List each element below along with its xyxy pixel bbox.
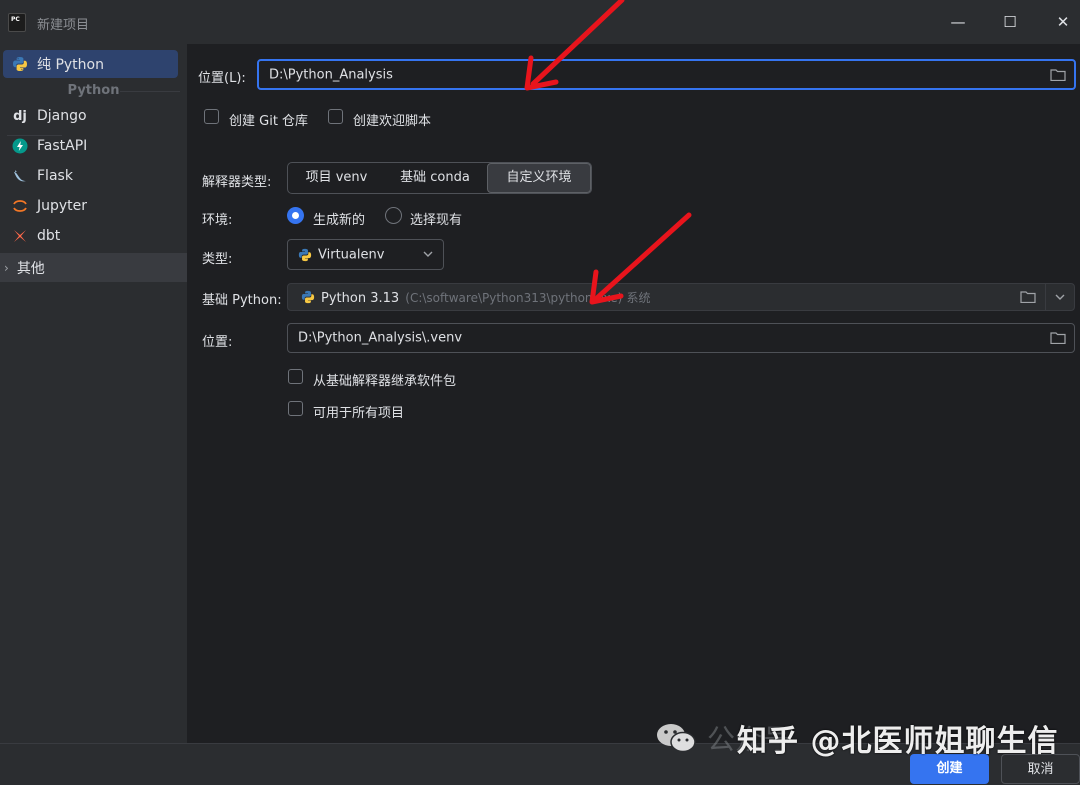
interpreter-type-label: 解释器类型: [202, 175, 272, 190]
project-type-sidebar: 纯 Python Python dj Django FastAPI Flask … [0, 44, 187, 743]
chevron-right-icon: › [4, 260, 9, 275]
base-python-version: Python 3.13 [321, 291, 400, 306]
venv-location-value: D:\Python_Analysis\.venv [298, 330, 463, 346]
wechat-icon [657, 724, 696, 753]
chevron-down-icon[interactable] [1055, 294, 1065, 301]
tab-base-conda[interactable]: 基础 conda [385, 163, 485, 193]
create-git-label: 创建 Git 仓库 [229, 114, 309, 129]
sidebar-item-label: 纯 Python [37, 57, 104, 73]
location-input[interactable]: D:\Python_Analysis [257, 59, 1076, 90]
tab-custom-env[interactable]: 自定义环境 [487, 163, 591, 193]
sidebar-item-other[interactable]: › 其他 [0, 253, 187, 282]
virtualenv-icon [298, 248, 312, 262]
interpreter-type-segmented-control: 项目 venv 基础 conda 自定义环境 [287, 162, 592, 194]
sidebar-item-label: Flask [37, 168, 73, 184]
dbt-icon [12, 228, 28, 244]
group-divider [120, 91, 180, 92]
create-welcome-checkbox[interactable] [328, 109, 343, 124]
base-python-suffix: 系统 [626, 291, 651, 305]
maximize-button[interactable]: ☐ [1000, 12, 1020, 32]
radio-generate-new[interactable] [287, 207, 304, 224]
radio-generate-new-label: 生成新的 [313, 213, 366, 228]
sidebar-item-label: Django [37, 108, 87, 124]
python-icon [12, 56, 28, 72]
fastapi-icon [12, 138, 28, 154]
sidebar-item-flask[interactable]: Flask [3, 162, 178, 190]
create-git-checkbox[interactable] [204, 109, 219, 124]
sidebar-item-label: 其他 [16, 260, 45, 277]
base-python-combobox[interactable]: Python 3.13 (C:\software\Python313\pytho… [287, 283, 1075, 311]
type-dropdown[interactable]: Virtualenv [287, 239, 444, 270]
close-button[interactable]: ✕ [1053, 12, 1073, 32]
sidebar-item-label: Jupyter [37, 198, 88, 214]
watermark-text: 知乎 @北医师姐聊生信 [737, 724, 1059, 759]
location-value: D:\Python_Analysis [269, 67, 393, 82]
available-all-projects-label: 可用于所有项目 [313, 406, 405, 421]
sidebar-item-django[interactable]: dj Django [3, 102, 178, 130]
flask-icon [12, 168, 28, 184]
django-icon: dj [13, 108, 27, 124]
folder-icon[interactable] [1050, 332, 1066, 344]
watermark: 公众号 知乎 @北医师姐聊生信 [655, 716, 1057, 760]
python-icon [301, 290, 315, 304]
sidebar-item-label: dbt [37, 228, 61, 244]
type-label: 类型: [202, 252, 233, 267]
radio-select-existing-label: 选择现有 [410, 213, 463, 228]
base-python-path: C:\software\Python313\python.exe [409, 291, 618, 305]
divider [1045, 284, 1046, 310]
title-bar: PC 新建项目 — ☐ ✕ [0, 0, 1080, 44]
location-label: 位置(L): [198, 71, 246, 86]
sidebar-item-fastapi[interactable]: FastAPI [3, 132, 178, 160]
sidebar-item-label: FastAPI [37, 138, 88, 154]
sidebar-item-jupyter[interactable]: Jupyter [3, 192, 178, 220]
folder-icon[interactable] [1050, 69, 1066, 81]
chevron-down-icon [423, 251, 433, 257]
venv-location-label: 位置: [202, 335, 233, 350]
inherit-packages-checkbox[interactable] [288, 369, 303, 384]
tab-project-venv[interactable]: 项目 venv [288, 163, 385, 193]
sidebar-item-dbt[interactable]: dbt [3, 222, 178, 250]
environment-label: 环境: [202, 213, 233, 228]
available-all-projects-checkbox[interactable] [288, 401, 303, 416]
venv-location-input[interactable]: D:\Python_Analysis\.venv [287, 323, 1075, 353]
inherit-packages-label: 从基础解释器继承软件包 [313, 374, 457, 389]
type-value: Virtualenv [318, 247, 385, 262]
folder-icon[interactable] [1020, 291, 1036, 303]
create-welcome-label: 创建欢迎脚本 [353, 114, 432, 129]
sidebar-item-pure-python[interactable]: 纯 Python [3, 50, 178, 78]
base-python-label: 基础 Python: [202, 293, 282, 308]
minimize-button[interactable]: — [948, 12, 968, 32]
jupyter-icon [12, 198, 28, 214]
pycharm-logo-icon: PC [7, 12, 26, 32]
radio-select-existing[interactable] [385, 207, 402, 224]
settings-panel [187, 44, 1080, 743]
window-title: 新建项目 [37, 18, 90, 33]
